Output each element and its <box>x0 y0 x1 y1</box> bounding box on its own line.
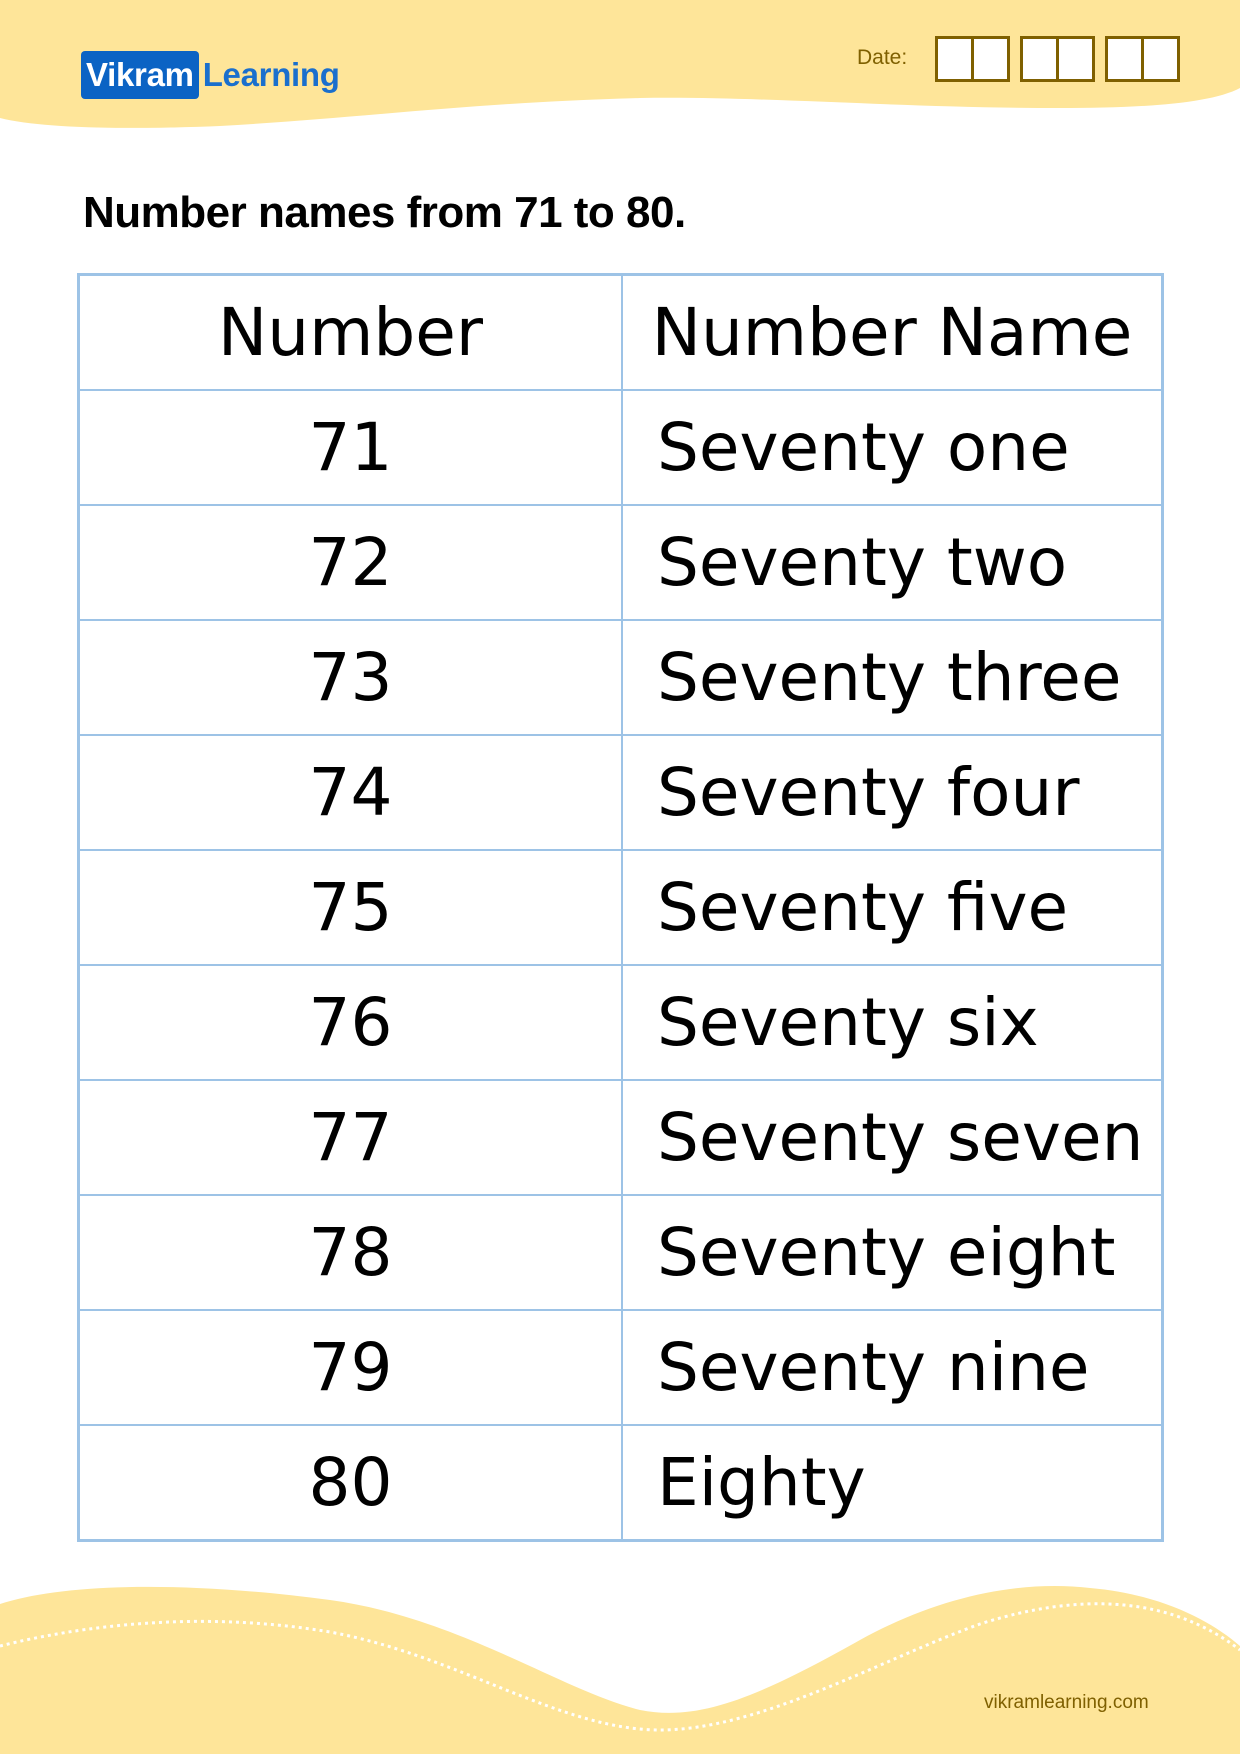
date-digit-box[interactable] <box>1108 39 1141 79</box>
date-year-boxes <box>1105 36 1180 82</box>
date-digit-box[interactable] <box>1141 39 1177 79</box>
table-row: 76 Seventy six <box>77 964 1164 1081</box>
table-header-row: Number Number Name <box>77 273 1164 391</box>
worksheet-title: Number names from 71 to 80. <box>83 188 686 237</box>
number-cell: 78 <box>77 1194 623 1311</box>
number-cell: 75 <box>77 849 623 966</box>
brand-logo[interactable]: Vikram Learning <box>81 51 340 99</box>
number-name-cell: Seventy two <box>621 504 1164 621</box>
footer-wave-shape <box>0 1586 1240 1754</box>
table-row: 78 Seventy eight <box>77 1194 1164 1311</box>
number-name-cell: Seventy three <box>621 619 1164 736</box>
number-cell: 76 <box>77 964 623 1081</box>
date-month-boxes <box>1020 36 1095 82</box>
date-digit-box[interactable] <box>971 39 1007 79</box>
number-name-cell: Seventy four <box>621 734 1164 851</box>
number-cell: 80 <box>77 1424 623 1542</box>
number-cell: 74 <box>77 734 623 851</box>
table-row: 72 Seventy two <box>77 504 1164 621</box>
number-name-cell: Seventy one <box>621 389 1164 506</box>
table-row: 73 Seventy three <box>77 619 1164 736</box>
footer-wave-decoration <box>0 1586 1240 1754</box>
number-cell: 79 <box>77 1309 623 1426</box>
date-digit-box[interactable] <box>1056 39 1092 79</box>
number-name-cell: Seventy nine <box>621 1309 1164 1426</box>
logo-text: Learning <box>202 56 340 93</box>
number-name-cell: Seventy seven <box>621 1079 1164 1196</box>
date-label: Date: <box>857 46 908 69</box>
number-cell: 71 <box>77 389 623 506</box>
logo-box-text: Vikram <box>81 51 199 99</box>
footer-website-link[interactable]: vikramlearning.com <box>984 1692 1149 1714</box>
table-row: 77 Seventy seven <box>77 1079 1164 1196</box>
date-day-boxes <box>935 36 1010 82</box>
number-names-table: Number Number Name 71 Seventy one 72 Sevent… <box>77 273 1164 1542</box>
date-digit-box[interactable] <box>938 39 971 79</box>
table-row: 80 Eighty <box>77 1424 1164 1542</box>
column-header-number: Number <box>77 273 623 391</box>
number-cell: 77 <box>77 1079 623 1196</box>
number-cell: 72 <box>77 504 623 621</box>
table-row: 71 Seventy one <box>77 389 1164 506</box>
number-name-cell: Eighty <box>621 1424 1164 1542</box>
column-header-number-name: Number Name <box>621 273 1164 391</box>
number-name-cell: Seventy six <box>621 964 1164 1081</box>
number-name-cell: Seventy five <box>621 849 1164 966</box>
table-row: 75 Seventy five <box>77 849 1164 966</box>
table-row: 74 Seventy four <box>77 734 1164 851</box>
date-input-boxes <box>935 36 1180 82</box>
number-name-cell: Seventy eight <box>621 1194 1164 1311</box>
table-row: 79 Seventy nine <box>77 1309 1164 1426</box>
date-digit-box[interactable] <box>1023 39 1056 79</box>
number-cell: 73 <box>77 619 623 736</box>
